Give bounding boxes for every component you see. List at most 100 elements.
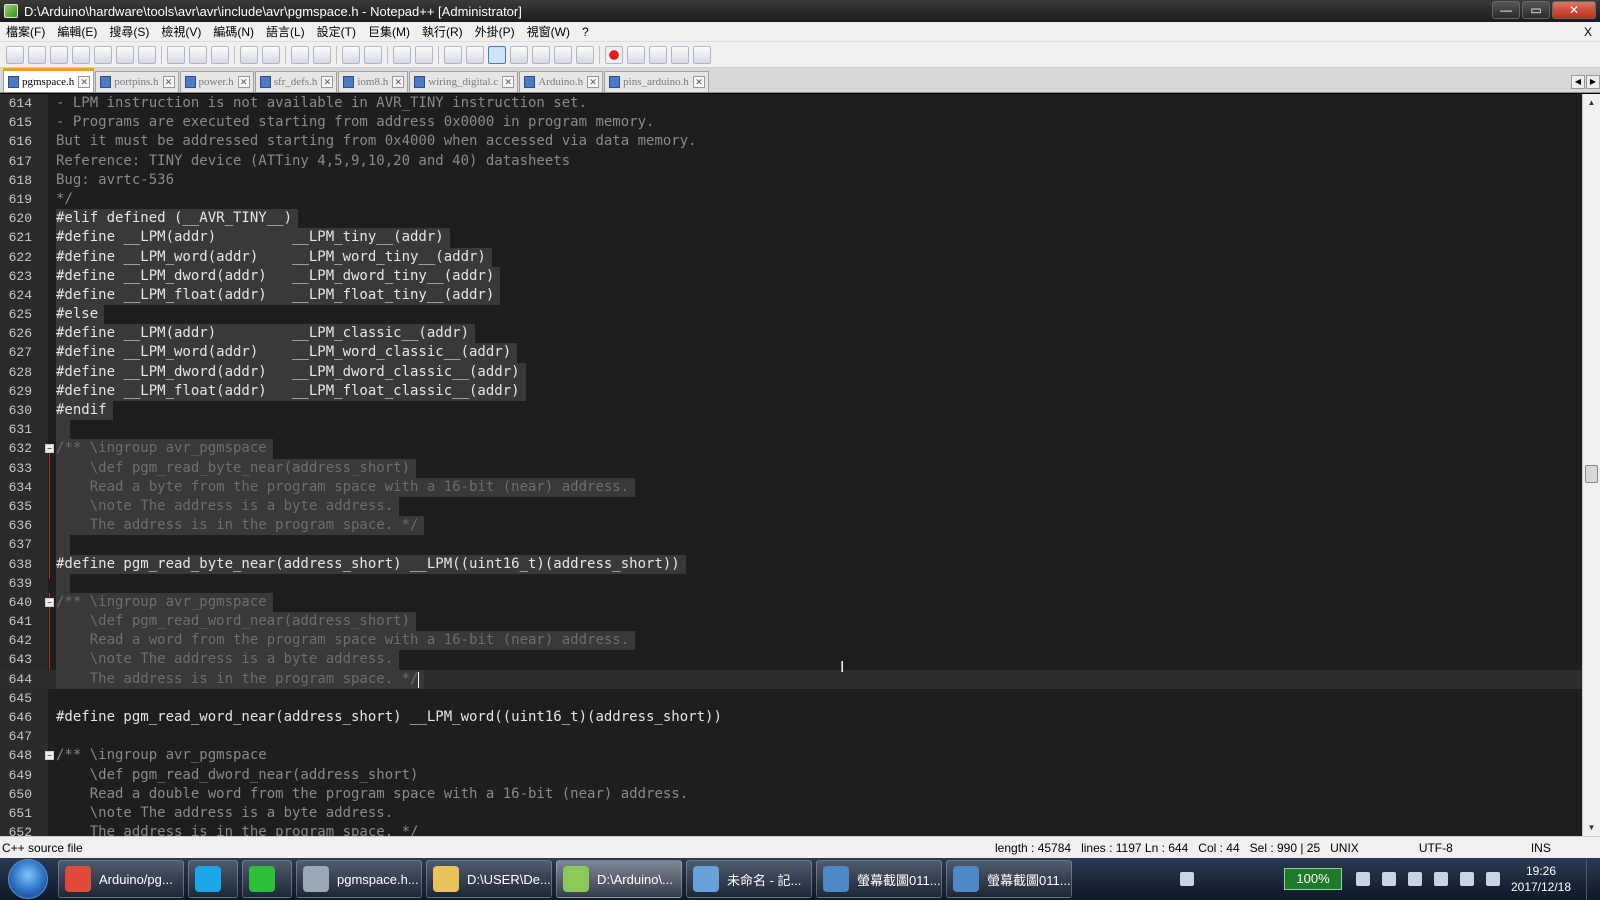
code-line[interactable]: 630 #endif bbox=[0, 401, 1582, 421]
battery-indicator[interactable]: 100% bbox=[1284, 868, 1342, 890]
code-line[interactable]: 631 bbox=[0, 420, 1582, 440]
code-line[interactable]: 620 #elif defined (__AVR_TINY__) bbox=[0, 209, 1582, 229]
taskbar-button[interactable]: 螢幕截圖011... bbox=[816, 860, 942, 898]
sync-vertical-icon[interactable] bbox=[393, 45, 411, 64]
close-window-button[interactable]: ✕ bbox=[1552, 1, 1596, 19]
code-line[interactable]: 616 But it must be addressed starting fro… bbox=[0, 132, 1582, 151]
code-line[interactable]: 633 \def pgm_read_byte_near(address_shor… bbox=[0, 458, 1582, 478]
code-line[interactable]: 626 #define __LPM(addr) __LPM_classic__(a… bbox=[0, 324, 1582, 344]
code-line[interactable]: 623 #define __LPM_dword(addr) __LPM_dword… bbox=[0, 266, 1582, 286]
menu-settings[interactable]: 設定(T) bbox=[311, 23, 362, 40]
code-line[interactable]: 627 #define __LPM_word(addr) __LPM_word_c… bbox=[0, 343, 1582, 363]
function-list-icon[interactable] bbox=[554, 45, 572, 64]
menu-view[interactable]: 檢視(V) bbox=[155, 23, 207, 40]
new-file-icon[interactable] bbox=[6, 45, 24, 64]
fold-toggle-icon[interactable]: − bbox=[45, 597, 54, 607]
scroll-down-icon[interactable]: ▼ bbox=[1583, 819, 1600, 836]
tab-pgmspace-h[interactable]: pgmspace.h ✕ bbox=[3, 68, 95, 92]
menu-run[interactable]: 執行(R) bbox=[416, 23, 469, 40]
record-macro-icon[interactable] bbox=[605, 45, 623, 64]
code-line[interactable]: 635 \note The address is a byte address. bbox=[0, 496, 1582, 517]
code-line[interactable]: 614 - LPM instruction is not available in… bbox=[0, 94, 1582, 113]
start-button[interactable] bbox=[8, 859, 48, 899]
stop-recording-icon[interactable] bbox=[627, 45, 645, 64]
find-icon[interactable] bbox=[291, 45, 309, 64]
close-file-icon[interactable] bbox=[94, 45, 112, 64]
code-line[interactable]: 649 \def pgm_read_dword_near(address_sho… bbox=[0, 766, 1582, 785]
tab-close-icon[interactable]: ✕ bbox=[502, 76, 515, 88]
menu-search[interactable]: 搜尋(S) bbox=[103, 23, 155, 40]
sync-icon[interactable] bbox=[1356, 872, 1370, 886]
menu-file[interactable]: 檔案(F) bbox=[0, 23, 51, 40]
menu-plugins[interactable]: 外掛(P) bbox=[469, 23, 521, 40]
keyboard-icon[interactable] bbox=[1180, 872, 1194, 886]
code-line[interactable]: 625 #else bbox=[0, 305, 1582, 325]
code-line[interactable]: 647 bbox=[0, 727, 1582, 746]
menu-language[interactable]: 語言(L) bbox=[260, 23, 311, 40]
close-all-icon[interactable] bbox=[116, 45, 134, 64]
code-line[interactable]: 641 \def pgm_read_word_near(address_shor… bbox=[0, 612, 1582, 632]
code-line[interactable]: 639 bbox=[0, 573, 1582, 593]
code-line[interactable]: 617 Reference: TINY device (ATTiny 4,5,9,… bbox=[0, 152, 1582, 171]
copy-icon[interactable] bbox=[189, 45, 207, 64]
close-document-button[interactable]: X bbox=[1578, 25, 1600, 39]
code-line[interactable]: 618 Bug: avrtc-536 bbox=[0, 171, 1582, 190]
code-line[interactable]: 636 The address is in the program space.… bbox=[0, 516, 1582, 536]
tab-close-icon[interactable]: ✕ bbox=[692, 76, 705, 88]
save-icon[interactable] bbox=[50, 45, 68, 64]
menu-help[interactable]: ? bbox=[576, 25, 595, 39]
code-line[interactable]: 651 \note The address is a byte address. bbox=[0, 804, 1582, 823]
playback-macro-icon[interactable] bbox=[649, 45, 667, 64]
code-line[interactable]: 622 #define __LPM_word(addr) __LPM_word_t… bbox=[0, 247, 1582, 267]
indent-guide-icon[interactable] bbox=[488, 45, 506, 64]
tab-sfr-defs-h[interactable]: sfr_defs.h ✕ bbox=[254, 71, 338, 92]
minimize-button[interactable]: — bbox=[1492, 1, 1520, 19]
menu-macro[interactable]: 巨集(M) bbox=[362, 23, 416, 40]
cut-icon[interactable] bbox=[167, 45, 185, 64]
clock[interactable]: 19:26 2017/12/18 bbox=[1506, 863, 1576, 895]
tab-pins-arduino-h[interactable]: pins_arduino.h ✕ bbox=[604, 71, 709, 92]
code-line[interactable]: 643 \note The address is a byte address. bbox=[0, 650, 1582, 670]
print-icon[interactable] bbox=[138, 45, 156, 64]
scroll-up-icon[interactable]: ▲ bbox=[1583, 94, 1600, 111]
taskbar-button[interactable]: Arduino/pg... bbox=[58, 860, 184, 898]
code-lines[interactable]: 614 - LPM instruction is not available in… bbox=[0, 94, 1582, 836]
code-line[interactable]: 650 Read a double word from the program … bbox=[0, 785, 1582, 804]
menu-window[interactable]: 視窗(W) bbox=[521, 23, 576, 40]
tab-close-icon[interactable]: ✕ bbox=[587, 76, 600, 88]
taskbar-button[interactable]: D:\Arduino\... bbox=[556, 860, 682, 898]
save-all-icon[interactable] bbox=[72, 45, 90, 64]
menu-edit[interactable]: 編輯(E) bbox=[51, 23, 103, 40]
code-line[interactable]: 629 #define __LPM_float(addr) __LPM_float… bbox=[0, 381, 1582, 402]
wifi-icon[interactable] bbox=[1434, 872, 1448, 886]
code-line[interactable]: 621 #define __LPM(addr) __LPM_tiny__(addr… bbox=[0, 228, 1582, 248]
tab-power-h[interactable]: power.h ✕ bbox=[179, 71, 254, 92]
tab-wiring-digital-c[interactable]: wiring_digital.c ✕ bbox=[409, 71, 519, 92]
sync-horizontal-icon[interactable] bbox=[415, 45, 433, 64]
taskbar-button[interactable]: 未命名 - 記... bbox=[686, 860, 812, 898]
folder-as-workspace-icon[interactable] bbox=[576, 45, 594, 64]
code-line[interactable]: 634 Read a byte from the program space w… bbox=[0, 477, 1582, 497]
fold-toggle-icon[interactable]: − bbox=[45, 751, 54, 761]
language-udl-icon[interactable] bbox=[510, 45, 528, 64]
tab-portpins-h[interactable]: portpins.h ✕ bbox=[95, 71, 179, 92]
code-line[interactable]: 638 #define pgm_read_byte_near(address_sh… bbox=[0, 554, 1582, 574]
tab-close-icon[interactable]: ✕ bbox=[78, 75, 91, 88]
taskbar-button[interactable]: pgmspace.h... bbox=[296, 860, 422, 898]
scrollbar-thumb[interactable] bbox=[1585, 465, 1598, 483]
code-line[interactable]: 644 The address is in the program space.… bbox=[0, 669, 1582, 689]
tab-iom8-h[interactable]: iom8.h ✕ bbox=[338, 71, 409, 92]
power-icon[interactable] bbox=[1460, 872, 1474, 886]
taskbar-button[interactable] bbox=[188, 860, 238, 898]
code-line[interactable]: 619 */ bbox=[0, 190, 1582, 209]
paste-icon[interactable] bbox=[211, 45, 229, 64]
code-line[interactable]: 642 Read a word from the program space w… bbox=[0, 631, 1582, 651]
code-line[interactable]: 624 #define __LPM_float(addr) __LPM_float… bbox=[0, 285, 1582, 306]
show-all-chars-icon[interactable] bbox=[466, 45, 484, 64]
tab-close-icon[interactable]: ✕ bbox=[162, 76, 175, 88]
maximize-button[interactable]: ▭ bbox=[1522, 1, 1550, 19]
volume-icon[interactable] bbox=[1486, 872, 1500, 886]
code-line[interactable]: 632 −/** \ingroup avr_pgmspace bbox=[0, 439, 1582, 459]
tab-close-icon[interactable]: ✕ bbox=[321, 76, 334, 88]
document-map-icon[interactable] bbox=[532, 45, 550, 64]
